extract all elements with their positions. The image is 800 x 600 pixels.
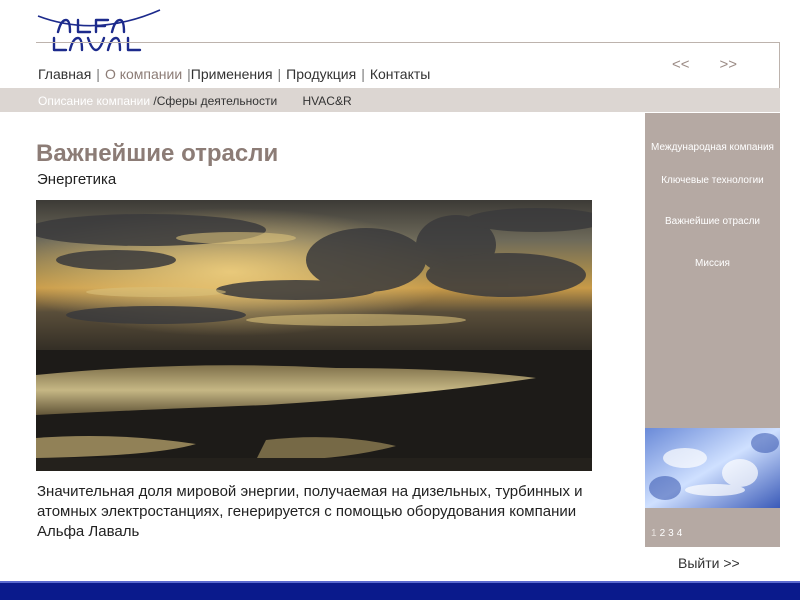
alfa-laval-logo-mark: [37, 9, 161, 52]
nav-products-link[interactable]: Продукция: [286, 66, 356, 82]
page-number-3[interactable]: 3: [668, 528, 674, 539]
exit-link[interactable]: Выйти >>: [678, 555, 740, 571]
alfa-laval-logo: [36, 6, 166, 58]
side-page-numbers: 1234: [651, 528, 685, 539]
bottom-bar-highlight: [0, 581, 800, 583]
side-item-international-company[interactable]: Международная компания: [645, 142, 780, 154]
bottom-bar: [0, 581, 800, 600]
body-paragraph: Значительная доля мировой энергии, получ…: [37, 483, 583, 540]
water-thumbnail: [645, 428, 780, 508]
page-subtitle: Энергетика: [37, 171, 117, 188]
nav-separator: |: [277, 66, 282, 82]
sunset-lake-image: [26, 200, 606, 471]
nav-contacts-link[interactable]: Контакты: [370, 66, 430, 82]
next-slide-button[interactable]: >>: [720, 56, 738, 73]
nav-home-link[interactable]: Главная: [38, 66, 91, 82]
nav-about-link[interactable]: О компании: [105, 66, 182, 82]
main-navigation: Главная | О компании |Применения | Продукция |…: [38, 66, 430, 82]
page-title: Важнейшие отрасли: [36, 140, 279, 167]
energy-landscape-photo: [26, 200, 606, 471]
nav-separator: |: [361, 66, 365, 82]
subnav-hvac-link[interactable]: HVAC&R: [303, 94, 352, 108]
subnav-description-link[interactable]: Описание компании: [38, 94, 150, 108]
nav-applications-link[interactable]: Применения: [191, 66, 273, 82]
side-item-key-technologies[interactable]: Ключевые технологии: [645, 175, 780, 187]
page-number-4[interactable]: 4: [677, 528, 683, 539]
side-panel: Международная компания Ключевые технолог…: [645, 113, 780, 547]
header-divider: [36, 42, 780, 43]
side-item-key-industries[interactable]: Важнейшие отрасли: [645, 216, 780, 228]
side-item-mission[interactable]: Миссия: [645, 258, 780, 270]
header-right-divider: [779, 42, 780, 88]
subnav-activities-link[interactable]: Сферы деятельности: [157, 94, 277, 108]
page-number-2[interactable]: 2: [660, 528, 666, 539]
page-number-1[interactable]: 1: [651, 528, 657, 539]
nav-separator: |: [96, 66, 100, 82]
previous-slide-button[interactable]: <<: [672, 56, 690, 73]
water-splash-image: [645, 428, 780, 508]
slide-pager: << >>: [672, 56, 737, 73]
sub-navigation: Описание компании /Сферы деятельности HV…: [38, 94, 352, 108]
